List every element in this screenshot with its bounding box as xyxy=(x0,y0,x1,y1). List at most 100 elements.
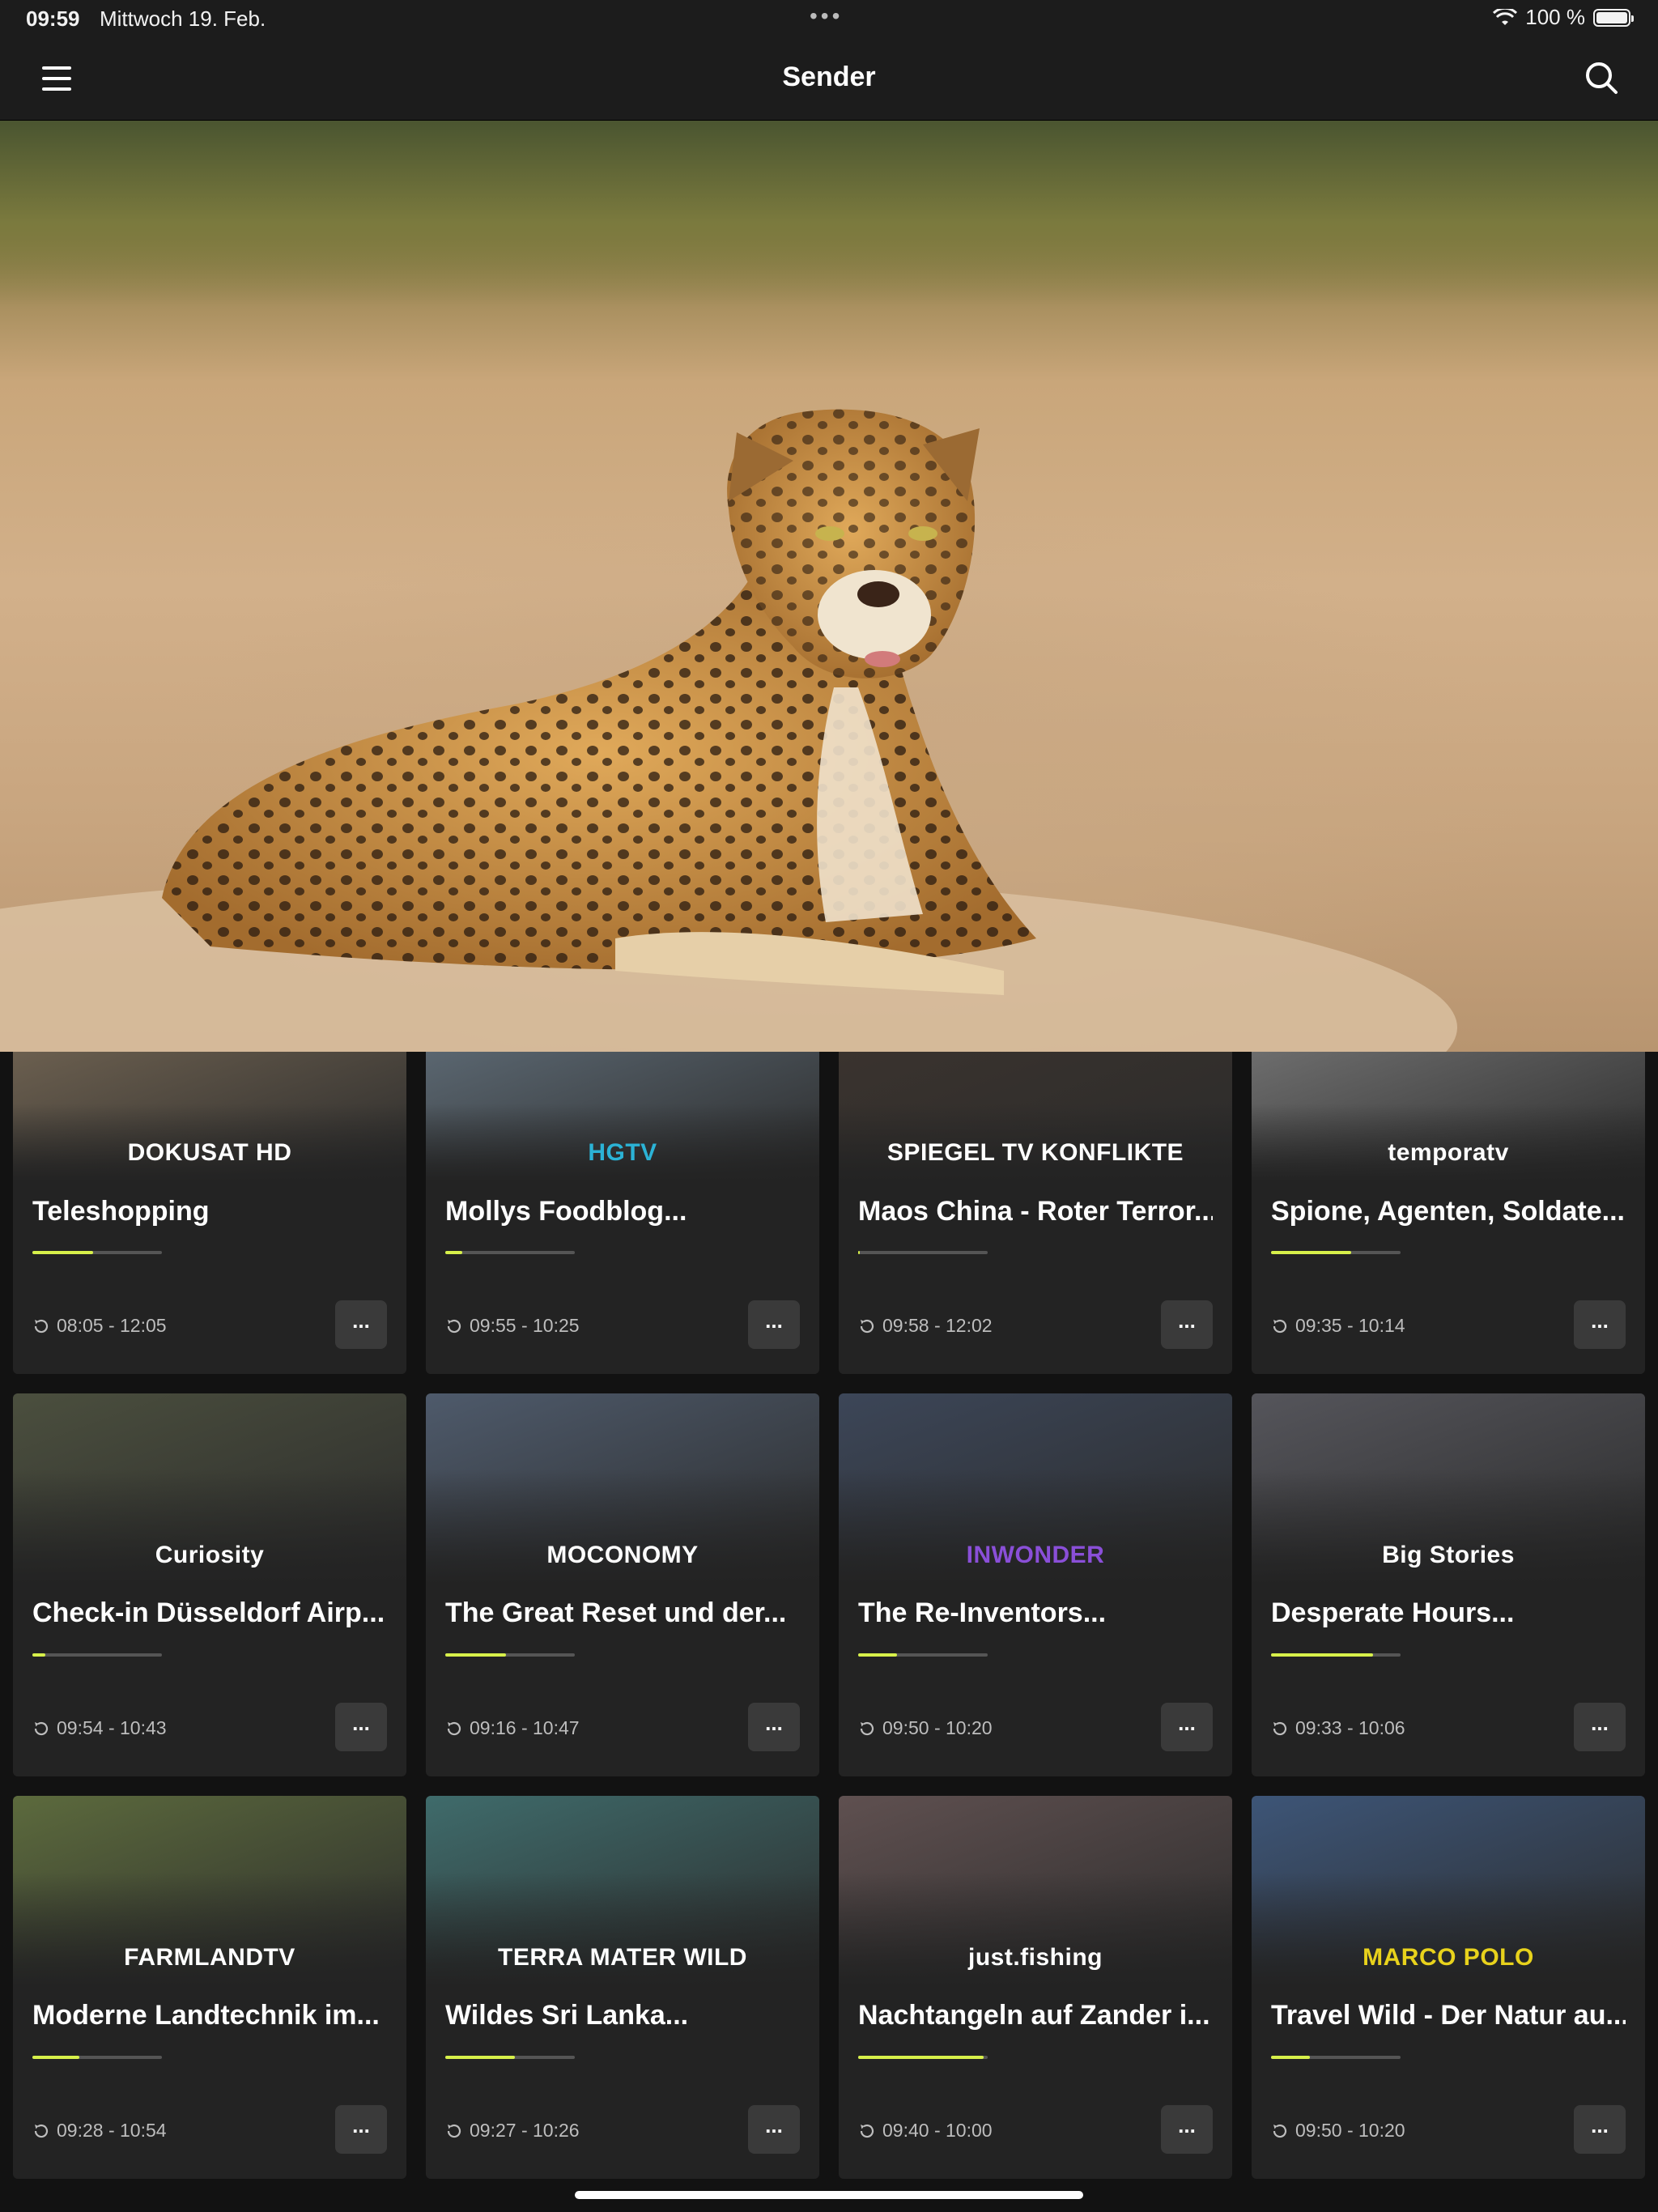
program-title[interactable]: The Re-Inventors... xyxy=(858,1597,1213,1629)
program-progress xyxy=(858,1251,988,1254)
program-title[interactable]: Mollys Foodblog... xyxy=(445,1196,800,1227)
more-icon[interactable]: ... xyxy=(335,2105,387,2154)
program-title[interactable]: Check-in Düsseldorf Airp... xyxy=(32,1597,387,1629)
more-icon[interactable]: ... xyxy=(335,1300,387,1349)
program-time: 09:35 - 10:14 xyxy=(1271,1315,1405,1337)
channel-thumbnail[interactable]: just.fishing xyxy=(839,1796,1232,1986)
program-progress-fill xyxy=(858,2056,984,2059)
channel-thumbnail[interactable]: MOCONOMY xyxy=(426,1393,819,1584)
channel-card[interactable]: TERRA MATER WILD Wildes Sri Lanka... 09:27… xyxy=(426,1796,819,2179)
more-icon[interactable]: ... xyxy=(1161,1703,1213,1751)
more-icon[interactable]: ... xyxy=(1574,2105,1626,2154)
battery-percent: 100 % xyxy=(1525,5,1585,29)
channel-thumbnail[interactable]: Curiosity xyxy=(13,1393,406,1584)
more-icon[interactable]: ... xyxy=(1574,1703,1626,1751)
program-title[interactable]: Travel Wild - Der Natur au... xyxy=(1271,2000,1626,2031)
channel-logo: just.fishing xyxy=(968,1944,1103,1971)
program-time: 09:33 - 10:06 xyxy=(1271,1717,1405,1739)
program-time-label: 09:54 - 10:43 xyxy=(57,1717,167,1738)
program-title[interactable]: Wildes Sri Lanka... xyxy=(445,2000,800,2031)
program-title[interactable]: Teleshopping xyxy=(32,1196,387,1227)
program-title[interactable]: Moderne Landtechnik im... xyxy=(32,2000,387,2031)
program-time-label: 09:55 - 10:25 xyxy=(470,1315,580,1336)
program-title[interactable]: Desperate Hours... xyxy=(1271,1597,1626,1629)
leopard-illustration xyxy=(0,409,1457,1052)
replay-icon xyxy=(447,2124,461,2138)
channel-thumbnail[interactable]: INWONDER xyxy=(839,1393,1232,1584)
program-title[interactable]: The Great Reset und der... xyxy=(445,1597,800,1629)
channel-card[interactable]: Big Stories Desperate Hours... 09:33 - 10:… xyxy=(1252,1393,1645,1776)
channel-card[interactable]: SPIEGEL TV KONFLIKTE Maos China - Roter T… xyxy=(839,1052,1232,1374)
replay-icon xyxy=(1273,1721,1287,1735)
replay-icon xyxy=(860,1721,874,1735)
program-title[interactable]: Spione, Agenten, Soldate... xyxy=(1271,1196,1626,1227)
channel-thumbnail[interactable]: SPIEGEL TV KONFLIKTE xyxy=(839,1052,1232,1181)
channel-card[interactable]: Curiosity Check-in Düsseldorf Airp... 09:5… xyxy=(13,1393,406,1776)
program-time-label: 09:35 - 10:14 xyxy=(1295,1315,1405,1336)
channel-logo: TERRA MATER WILD xyxy=(498,1944,747,1971)
page-title: Sender xyxy=(782,62,876,92)
program-progress-fill xyxy=(858,1251,860,1254)
channel-card[interactable]: DOKUSAT HD Teleshopping 08:05 - 12:05... xyxy=(13,1052,406,1374)
program-progress xyxy=(445,1251,575,1254)
channel-card[interactable]: MOCONOMY The Great Reset und der... 09:16 … xyxy=(426,1393,819,1776)
program-time: 09:50 - 10:20 xyxy=(1271,2120,1405,2142)
more-icon[interactable]: ... xyxy=(1161,2105,1213,2154)
channel-card[interactable]: just.fishing Nachtangeln auf Zander i... 0… xyxy=(839,1796,1232,2179)
program-progress xyxy=(445,1653,575,1657)
program-progress-fill xyxy=(32,1653,45,1657)
program-time-label: 09:40 - 10:00 xyxy=(882,2120,993,2141)
channel-thumbnail[interactable]: DOKUSAT HD xyxy=(13,1052,406,1181)
program-progress-fill xyxy=(1271,1251,1352,1254)
channel-card[interactable]: MARCO POLO Travel Wild - Der Natur au... 0… xyxy=(1252,1796,1645,2179)
status-date: Mittwoch 19. Feb. xyxy=(100,6,266,31)
channel-card[interactable]: INWONDER The Re-Inventors... 09:50 - 10:20… xyxy=(839,1393,1232,1776)
program-time: 09:58 - 12:02 xyxy=(858,1315,993,1337)
program-time: 09:16 - 10:47 xyxy=(445,1717,580,1739)
wifi-icon xyxy=(1493,8,1518,25)
channel-thumbnail[interactable]: temporatv xyxy=(1252,1052,1645,1181)
program-progress xyxy=(32,2056,162,2059)
replay-icon xyxy=(34,1319,49,1333)
more-icon[interactable]: ... xyxy=(1161,1300,1213,1349)
program-progress xyxy=(1271,2056,1401,2059)
program-time: 09:54 - 10:43 xyxy=(32,1717,167,1739)
more-icon[interactable]: ... xyxy=(748,1703,800,1751)
search-icon[interactable] xyxy=(1584,60,1619,96)
replay-icon xyxy=(447,1721,461,1735)
program-title[interactable]: Maos China - Roter Terror... xyxy=(858,1196,1213,1227)
program-time: 09:28 - 10:54 xyxy=(32,2120,167,2142)
status-bar: 09:59 Mittwoch 19. Feb. ••• 100 % xyxy=(0,0,1658,39)
program-progress-fill xyxy=(445,2056,516,2059)
channel-thumbnail[interactable]: Big Stories xyxy=(1252,1393,1645,1584)
channel-thumbnail[interactable]: HGTV xyxy=(426,1052,819,1181)
home-indicator[interactable] xyxy=(575,2191,1083,2199)
channel-thumbnail[interactable]: MARCO POLO xyxy=(1252,1796,1645,1986)
program-time-label: 09:50 - 10:20 xyxy=(1295,2120,1405,2141)
channel-logo: Big Stories xyxy=(1382,1542,1515,1568)
more-icon[interactable]: ... xyxy=(1574,1300,1626,1349)
channel-card[interactable]: HGTV Mollys Foodblog... 09:55 - 10:25... xyxy=(426,1052,819,1374)
multitasking-dots-icon[interactable]: ••• xyxy=(810,3,843,29)
more-icon[interactable]: ... xyxy=(748,2105,800,2154)
status-right: 100 % xyxy=(1493,5,1634,30)
program-progress-fill xyxy=(445,1251,462,1254)
channel-card[interactable]: temporatv Spione, Agenten, Soldate... 09:3… xyxy=(1252,1052,1645,1374)
replay-icon xyxy=(860,1319,874,1333)
channel-card[interactable]: FARMLANDTV Moderne Landtechnik im... 09:28… xyxy=(13,1796,406,2179)
more-icon[interactable]: ... xyxy=(748,1300,800,1349)
program-time-label: 08:05 - 12:05 xyxy=(57,1315,167,1336)
status-time: 09:59 xyxy=(26,6,80,31)
channel-logo: INWONDER xyxy=(966,1542,1105,1568)
program-title[interactable]: Nachtangeln auf Zander i... xyxy=(858,2000,1213,2031)
program-progress-fill xyxy=(32,2056,79,2059)
hero-video[interactable] xyxy=(0,121,1658,1052)
channel-thumbnail[interactable]: TERRA MATER WILD xyxy=(426,1796,819,1986)
channel-thumbnail[interactable]: FARMLANDTV xyxy=(13,1796,406,1986)
program-progress xyxy=(32,1653,162,1657)
replay-icon xyxy=(1273,2124,1287,2138)
channel-logo: SPIEGEL TV KONFLIKTE xyxy=(886,1139,1184,1166)
program-time-label: 09:50 - 10:20 xyxy=(882,1717,993,1738)
program-time: 09:50 - 10:20 xyxy=(858,1717,993,1739)
more-icon[interactable]: ... xyxy=(335,1703,387,1751)
